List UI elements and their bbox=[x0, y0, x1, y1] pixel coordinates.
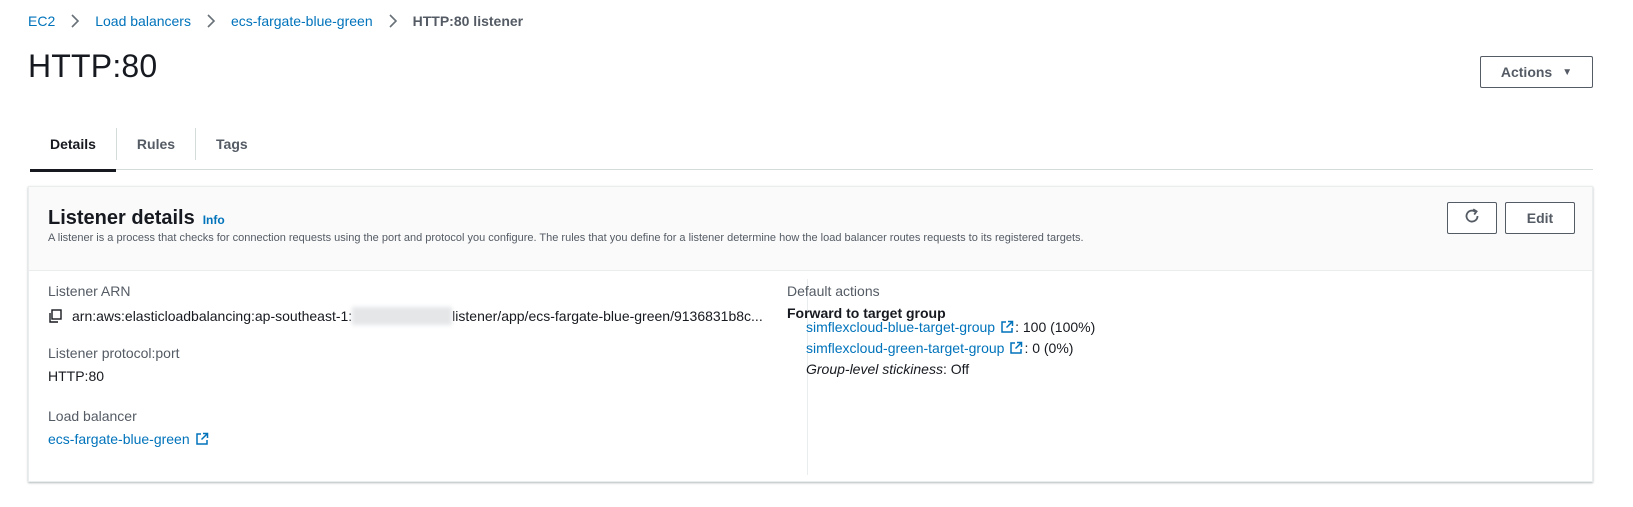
arn-redacted-block bbox=[352, 307, 453, 325]
breadcrumb: EC2 Load balancers ecs-fargate-blue-gree… bbox=[28, 10, 523, 32]
load-balancer-link[interactable]: ecs-fargate-blue-green bbox=[48, 431, 190, 447]
panel-title: Listener details Info bbox=[48, 207, 225, 230]
stickiness-label: Group-level stickiness bbox=[806, 360, 943, 377]
chevron-right-icon bbox=[63, 10, 87, 32]
arn-suffix: listener/app/ecs-fargate-blue-green/9136… bbox=[452, 308, 763, 324]
breadcrumb-load-balancers[interactable]: Load balancers bbox=[95, 13, 191, 29]
tab-tags[interactable]: Tags bbox=[196, 118, 268, 170]
stickiness-value: : Off bbox=[942, 360, 970, 377]
listener-arn-label: Listener ARN bbox=[48, 283, 131, 299]
actions-button-label: Actions bbox=[1500, 64, 1553, 80]
list-item: simflexcloud-green-target-group : 0 (0%) bbox=[806, 337, 1095, 358]
breadcrumb-load-balancer-name[interactable]: ecs-fargate-blue-green bbox=[231, 13, 373, 29]
list-item: Group-level stickiness : Off bbox=[806, 358, 1095, 379]
listener-details-panel: Listener details Info A listener is a pr… bbox=[28, 186, 1593, 482]
protocol-port-value: HTTP:80 bbox=[48, 368, 105, 384]
target-group-weight: : 100 (100%) bbox=[1015, 318, 1096, 335]
tab-rules[interactable]: Rules bbox=[117, 118, 195, 170]
chevron-right-icon bbox=[381, 10, 405, 32]
external-link-icon[interactable] bbox=[999, 319, 1015, 335]
caret-down-icon: ▼ bbox=[1562, 66, 1573, 78]
load-balancer-label: Load balancer bbox=[48, 408, 137, 424]
load-balancer-value: ecs-fargate-blue-green bbox=[48, 431, 210, 447]
copy-icon[interactable] bbox=[48, 308, 68, 324]
panel-description: A listener is a process that checks for … bbox=[48, 232, 1084, 244]
external-link-icon[interactable] bbox=[194, 431, 210, 447]
actions-button[interactable]: Actions ▼ bbox=[1480, 56, 1593, 88]
page-title: HTTP:80 bbox=[28, 48, 158, 84]
arn-prefix: arn:aws:elasticloadbalancing:ap-southeas… bbox=[72, 308, 353, 324]
listener-arn-value: arn:aws:elasticloadbalancing:ap-southeas… bbox=[48, 307, 763, 325]
refresh-icon bbox=[1463, 207, 1481, 230]
external-link-icon[interactable] bbox=[1008, 340, 1024, 356]
chevron-right-icon bbox=[199, 10, 223, 32]
protocol-port-label: Listener protocol:port bbox=[48, 345, 180, 361]
panel-header: Listener details Info A listener is a pr… bbox=[29, 187, 1592, 271]
info-link[interactable]: Info bbox=[203, 213, 225, 227]
panel-title-text: Listener details bbox=[48, 207, 195, 229]
tab-bar: Details Rules Tags bbox=[30, 118, 1593, 172]
target-group-weight: : 0 (0%) bbox=[1024, 339, 1074, 356]
target-group-link-blue[interactable]: simflexcloud-blue-target-group bbox=[806, 319, 995, 335]
breadcrumb-ec2[interactable]: EC2 bbox=[28, 13, 55, 29]
edit-button[interactable]: Edit bbox=[1505, 202, 1575, 234]
breadcrumb-current: HTTP:80 listener bbox=[412, 13, 524, 29]
tab-details[interactable]: Details bbox=[30, 118, 116, 172]
default-actions-label: Default actions bbox=[787, 283, 880, 299]
target-group-link-green[interactable]: simflexcloud-green-target-group bbox=[806, 340, 1004, 356]
refresh-button[interactable] bbox=[1447, 202, 1497, 234]
list-item: simflexcloud-blue-target-group : 100 (10… bbox=[806, 316, 1095, 337]
target-group-list: simflexcloud-blue-target-group : 100 (10… bbox=[806, 316, 1095, 379]
